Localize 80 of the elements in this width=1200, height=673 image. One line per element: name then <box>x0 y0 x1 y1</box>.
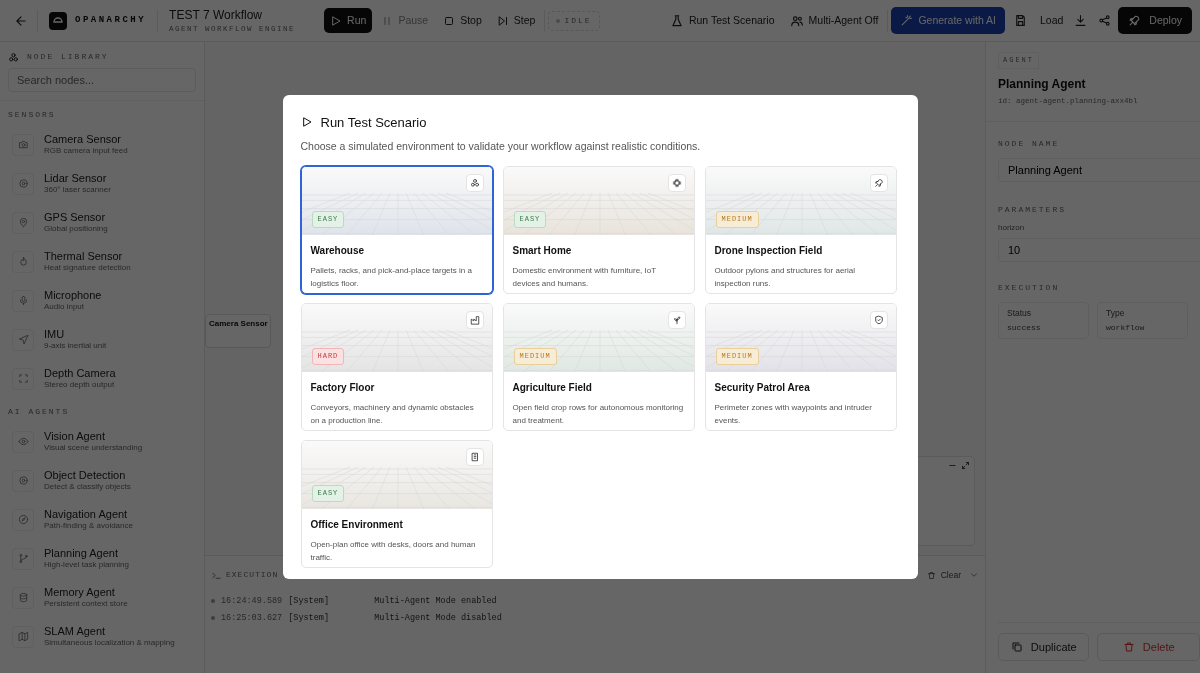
map-icon <box>17 631 29 642</box>
scenario-description: Pallets, racks, and pick-and-place targets in a logistics floor. <box>310 264 473 290</box>
app-name: OPANARCHY <box>75 13 147 27</box>
users-icon <box>789 13 804 28</box>
trash-icon <box>926 570 936 580</box>
node-name-field[interactable]: Planning Agent <box>998 157 1200 182</box>
delete-button[interactable]: Delete <box>1097 632 1200 661</box>
workflow-node[interactable]: Camera Sensor <box>205 314 271 348</box>
share-icon <box>1098 14 1112 27</box>
back-arrow-icon <box>14 13 28 28</box>
log-time: 16:25:03.627 <box>221 611 283 625</box>
eye-icon <box>17 436 29 447</box>
play-icon <box>330 14 343 27</box>
branch-icon <box>17 553 29 564</box>
camera-icon <box>17 139 29 150</box>
multi-button[interactable]: Multi-Agent Off <box>783 7 885 34</box>
sprout-icon <box>671 314 682 325</box>
search-field[interactable]: Search nodes... <box>8 68 196 92</box>
log-message: Multi-Agent Mode disabled <box>374 611 502 625</box>
run-button[interactable]: Run <box>324 7 373 34</box>
expand-icon[interactable] <box>961 461 970 470</box>
magic-wand-icon <box>900 14 914 27</box>
panel-heading: NODE LIBRARY <box>27 51 109 63</box>
logo-icon <box>49 11 67 30</box>
map-pin-icon <box>17 217 29 228</box>
navigation-arrow-icon <box>17 334 29 345</box>
duplicate-button[interactable]: Duplicate <box>998 632 1090 661</box>
step-icon <box>496 14 509 27</box>
scenario-title: Drone Inspection Field <box>714 243 824 258</box>
play-icon <box>300 116 313 129</box>
stat-tile: Type workflow <box>1097 301 1188 339</box>
scenario-description: Open field crop rows for autonomous monitoring and treatment. <box>512 401 685 427</box>
save-icon <box>1014 14 1028 27</box>
nodes-icon <box>8 51 19 63</box>
load-button[interactable]: Load <box>1036 7 1068 34</box>
flask-icon <box>669 13 684 28</box>
stop-button[interactable]: Stop <box>437 7 488 34</box>
category-heading: AI AGENTS <box>7 406 71 418</box>
target-icon <box>17 178 29 189</box>
scenario-title: Factory Floor <box>310 380 376 395</box>
scenario-title: Office Environment <box>310 517 404 532</box>
database-icon <box>17 592 29 603</box>
scenario-description: Outdoor pylons and structures for aerial inspection runs. <box>714 264 856 290</box>
flame-icon <box>17 256 29 267</box>
microphone-icon <box>17 295 29 306</box>
log-time: 16:24:49.589 <box>221 594 283 608</box>
stop-icon <box>443 14 456 27</box>
deploy-button[interactable]: Deploy <box>1118 6 1192 35</box>
trash-icon <box>1122 640 1135 653</box>
shield-icon <box>873 314 884 325</box>
stat-tile: Status success <box>998 301 1089 339</box>
log-source: [System] <box>288 611 331 625</box>
scenario-title: Smart Home <box>512 243 573 258</box>
scenario-description: Perimeter zones with waypoints and intruder events. <box>714 401 873 427</box>
scenario-description: Domestic environment with furniture, IoT devices and humans. <box>512 264 657 290</box>
target-icon <box>17 475 29 486</box>
compass-icon <box>17 514 29 525</box>
dialog-title: Run Test Scenario <box>320 113 427 132</box>
step-button[interactable]: Step <box>490 7 542 34</box>
node-title: Planning Agent <box>998 75 1087 93</box>
download-icon <box>1074 14 1088 27</box>
clear-button[interactable]: Clear <box>922 564 965 587</box>
workflow-title: TEST 7 Workflow <box>169 6 264 24</box>
generate-button[interactable]: Generate with AI <box>891 6 1006 35</box>
copy-icon <box>1010 640 1023 653</box>
log-source: [System] <box>288 594 331 608</box>
parameter-field[interactable]: 10 <box>998 237 1200 262</box>
building-icon <box>469 451 480 462</box>
section-heading: NODE NAME <box>998 137 1061 150</box>
scenario-title: Security Patrol Area <box>714 380 811 395</box>
dialog-subtitle: Choose a simulated environment to validate your workflow against realistic conditions. <box>300 139 702 154</box>
circles-icon <box>469 177 480 188</box>
factory-icon <box>469 314 480 325</box>
scenario-description: Conveyors, machinery and dynamic obstacles on a production line. <box>310 401 475 427</box>
scenario-button[interactable]: Run Test Scenario <box>663 7 781 34</box>
scenario-title: Warehouse <box>310 243 366 258</box>
scenario-description: Open-plan office with desks, doors and human traffic. <box>310 538 477 564</box>
log-message: Multi-Agent Mode enabled <box>374 594 497 608</box>
scan-icon <box>17 373 29 384</box>
scenario-title: Agriculture Field <box>512 380 593 395</box>
